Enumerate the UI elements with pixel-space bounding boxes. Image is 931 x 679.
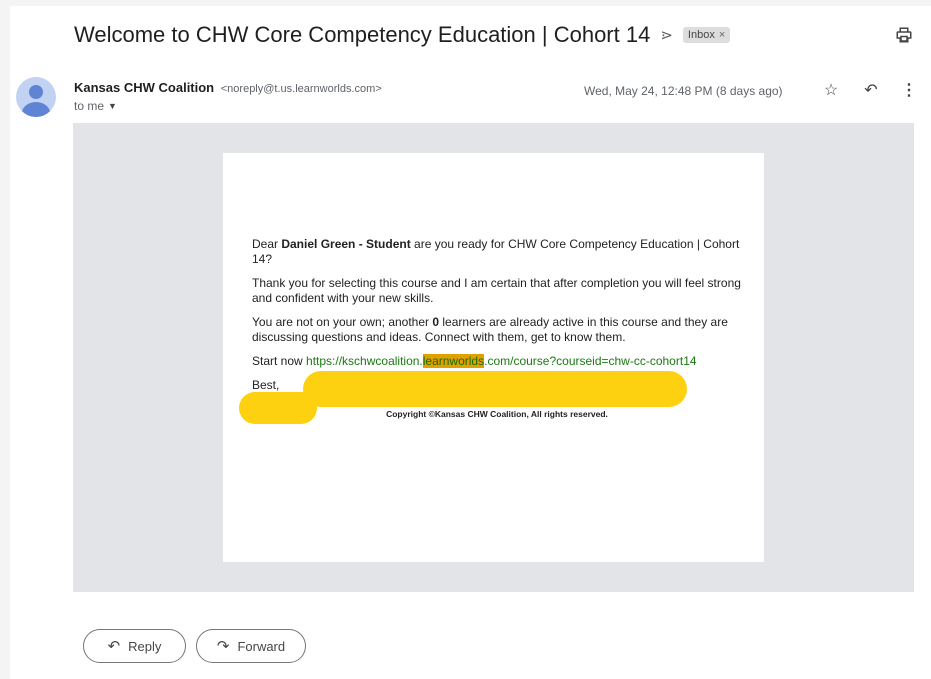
label-text: Inbox xyxy=(687,29,715,41)
recipient-label: to me xyxy=(74,99,105,113)
reply-button[interactable]: ↶ Reply xyxy=(83,629,186,663)
inbox-label-chip: Inbox × xyxy=(682,27,731,43)
sender-line: Kansas CHW Coalition <noreply@t.us.learn… xyxy=(74,80,382,95)
copyright-notice: Copyright ©Kansas CHW Coalition, All rig… xyxy=(386,409,608,419)
recipient-line[interactable]: to me ▼ xyxy=(74,99,117,113)
thanks-paragraph: Thank you for selecting this course and … xyxy=(252,276,741,305)
forward-icon: ↷ xyxy=(216,638,230,655)
subject-row: Welcome to CHW Core Competency Education… xyxy=(74,19,731,51)
sender-email: <noreply@t.us.learnworlds.com> xyxy=(220,83,382,95)
important-marker-icon[interactable]: ⋗ xyxy=(660,26,673,44)
email-subject: Welcome to CHW Core Competency Education… xyxy=(74,22,651,47)
star-icon[interactable]: ☆ xyxy=(821,80,841,100)
course-link[interactable]: https://kschwcoalition.learnworlds.com/c… xyxy=(306,354,697,368)
message-content: Dear Daniel Green - Student are you read… xyxy=(252,237,742,422)
learners-paragraph: You are not on your own; another 0 learn… xyxy=(252,315,728,344)
chevron-down-icon[interactable]: ▼ xyxy=(108,101,117,111)
message-body-frame: Dear Daniel Green - Student are you read… xyxy=(73,123,914,592)
remove-label-icon[interactable]: × xyxy=(719,29,725,41)
forward-label: Forward xyxy=(237,638,286,654)
email-date: Wed, May 24, 12:48 PM (8 days ago) xyxy=(584,84,783,98)
forward-button[interactable]: ↷ Forward xyxy=(196,629,306,663)
message-card: Dear Daniel Green - Student are you read… xyxy=(223,153,764,562)
reply-icon: ↶ xyxy=(107,638,121,655)
reply-icon[interactable]: ↶ xyxy=(861,80,881,100)
sender-name[interactable]: Kansas CHW Coalition xyxy=(74,80,214,95)
start-paragraph: Start now https://kschwcoalition.learnwo… xyxy=(252,354,697,368)
avatar[interactable] xyxy=(16,77,56,117)
reply-label: Reply xyxy=(128,638,162,654)
closing: Best, xyxy=(252,378,280,392)
print-icon[interactable] xyxy=(895,26,913,44)
recipient-name: Daniel Green - Student xyxy=(281,237,411,251)
more-vert-icon[interactable]: ⋮ xyxy=(899,80,919,100)
greeting-paragraph: Dear Daniel Green - Student are you read… xyxy=(252,237,740,266)
